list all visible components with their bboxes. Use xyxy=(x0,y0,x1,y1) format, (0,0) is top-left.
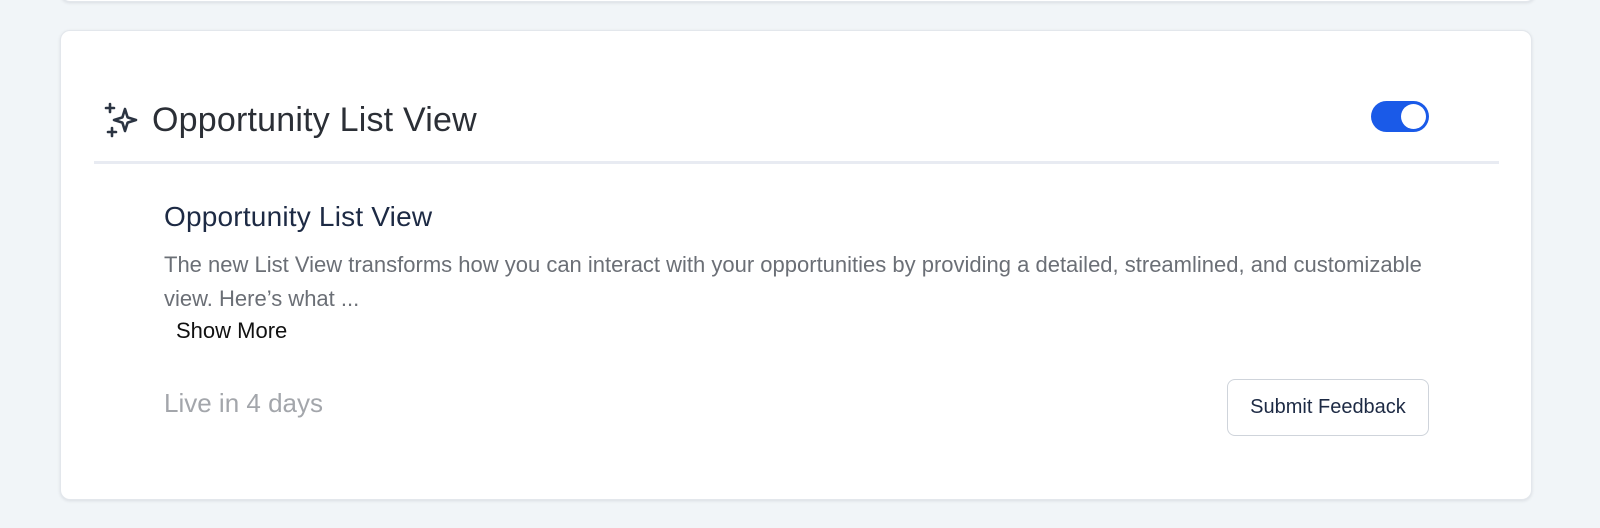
feature-toggle[interactable] xyxy=(1371,101,1429,132)
feature-title: Opportunity List View xyxy=(164,201,433,232)
previous-card xyxy=(60,0,1536,2)
header-divider xyxy=(94,161,1499,164)
live-status: Live in 4 days xyxy=(164,388,323,418)
sparkle-icon xyxy=(104,102,140,138)
card-title: Opportunity List View xyxy=(152,100,477,139)
feature-description: The new List View transforms how you can… xyxy=(164,252,1422,311)
card-header: Opportunity List View xyxy=(104,95,477,145)
toggle-knob xyxy=(1401,104,1426,129)
submit-feedback-button[interactable]: Submit Feedback xyxy=(1227,379,1429,436)
show-more-link[interactable]: Show More xyxy=(176,318,287,344)
